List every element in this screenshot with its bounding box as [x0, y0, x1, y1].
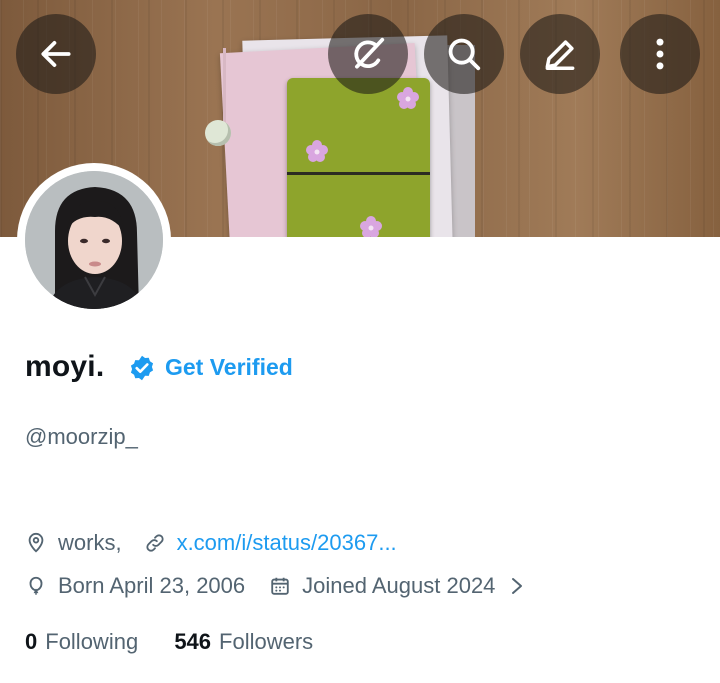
- edit-button[interactable]: [520, 14, 600, 94]
- birthday-text: Born April 23, 2006: [58, 573, 246, 598]
- more-options-button[interactable]: [620, 14, 700, 94]
- location-pin-icon: [28, 532, 44, 553]
- banner-photo-detail: [223, 48, 226, 126]
- search-icon: [448, 38, 481, 71]
- search-button[interactable]: [424, 14, 504, 94]
- flower-decoration: [397, 87, 419, 109]
- calendar-icon: [271, 577, 289, 595]
- location-text: works,: [58, 530, 122, 555]
- username-handle: @moorzip_: [25, 424, 138, 449]
- edit-icon: [545, 40, 575, 70]
- following-link[interactable]: 0 Following: [25, 629, 138, 654]
- followers-label: Followers: [219, 629, 314, 654]
- balloon-icon: [29, 576, 43, 595]
- profile-meta-row: works, x.com/i/status/20367...: [25, 530, 397, 556]
- followers-count: 546: [174, 629, 212, 654]
- avatar-photo: [25, 171, 163, 309]
- chevron-right-icon[interactable]: [509, 575, 525, 597]
- avatar[interactable]: [25, 171, 163, 309]
- banner-photo-detail: [287, 172, 430, 175]
- profile-meta-row[interactable]: Born April 23, 2006 Joined August 2024: [25, 573, 525, 599]
- display-name: moyi.: [25, 350, 105, 383]
- more-vertical-icon: [656, 38, 664, 70]
- follow-stats: 0 Following 546 Followers: [25, 629, 313, 655]
- grok-icon: [354, 37, 385, 69]
- arrow-left-icon: [41, 41, 71, 67]
- flower-decoration: [360, 216, 382, 237]
- link-icon: [145, 534, 164, 552]
- banner-photo-detail: [205, 120, 231, 146]
- website-link[interactable]: x.com/i/status/20367...: [177, 530, 397, 556]
- followers-link[interactable]: 546 Followers: [174, 629, 313, 654]
- verified-badge-icon[interactable]: [128, 354, 156, 382]
- grok-button[interactable]: [328, 14, 408, 94]
- following-count: 0: [25, 629, 38, 654]
- get-verified-link[interactable]: Get Verified: [165, 354, 293, 381]
- joined-date-text: Joined August 2024: [302, 573, 496, 598]
- flower-decoration: [306, 140, 328, 162]
- following-label: Following: [45, 629, 139, 654]
- back-button[interactable]: [16, 14, 96, 94]
